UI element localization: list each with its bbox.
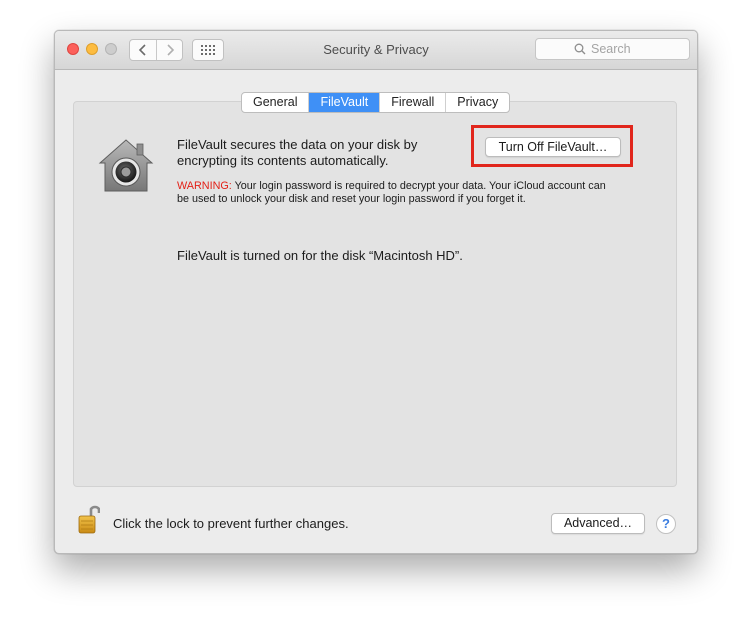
filevault-status: FileVault is turned on for the disk “Mac… <box>177 248 463 263</box>
description-line-1: FileVault secures the data on your disk … <box>177 137 418 152</box>
security-privacy-window: Security & Privacy Search General FileVa… <box>54 30 698 554</box>
tab-filevault[interactable]: FileVault <box>309 93 381 112</box>
help-button[interactable]: ? <box>656 514 676 534</box>
description-line-2: encrypting its contents automatically. <box>177 153 389 168</box>
lock-instruction: Click the lock to prevent further change… <box>113 516 349 531</box>
advanced-button[interactable]: Advanced… <box>551 513 645 534</box>
title-bar: Security & Privacy Search <box>55 31 697 70</box>
search-icon <box>574 43 586 55</box>
filevault-description: FileVault secures the data on your disk … <box>177 137 457 169</box>
search-field[interactable]: Search <box>535 38 690 60</box>
lock-open-icon[interactable] <box>78 503 100 535</box>
tab-general[interactable]: General <box>242 93 310 112</box>
turn-off-filevault-button[interactable]: Turn Off FileVault… <box>485 137 621 157</box>
search-placeholder: Search <box>591 42 631 56</box>
warning-message: WARNING: Your login password is required… <box>177 180 617 206</box>
tab-bar: General FileVault Firewall Privacy <box>241 92 511 113</box>
tab-privacy[interactable]: Privacy <box>446 93 509 112</box>
warning-label: WARNING: <box>177 180 232 192</box>
warning-text: Your login password is required to decry… <box>177 180 606 205</box>
filevault-house-icon <box>98 139 154 192</box>
tab-firewall[interactable]: Firewall <box>380 93 447 112</box>
